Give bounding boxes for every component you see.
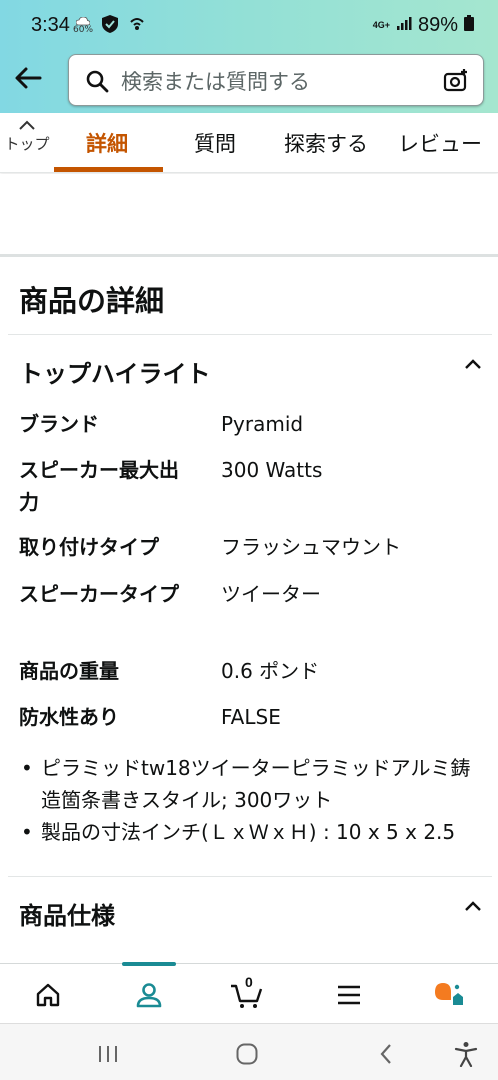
battery-icon [464,14,474,37]
spec-label: 取り付けタイプ [19,535,159,559]
nav-menu[interactable] [332,978,366,1012]
spec-value: 0.6 ポンド [221,659,320,683]
tab-bar: トップ 詳細 質問 探索する レビュー [0,113,498,173]
android-nav-bar [0,1023,498,1080]
home-circle-icon [236,1043,258,1065]
tab-explore[interactable]: 探索する [284,128,368,158]
divider [8,876,492,877]
status-bar: 3:34 60% 4G+ 89% [0,0,498,52]
specs-heading[interactable]: 商品仕様 [19,896,115,931]
page-title: 商品の詳細 [19,284,165,318]
signal-icon [396,14,412,37]
active-tab-indicator [54,167,163,172]
bottom-nav: 0 [0,962,498,1023]
list-item: ピラミッドtw18ツイーターピラミッドアルミ鋳造箇条書きスタイル; 300ワット [19,752,489,816]
tab-questions[interactable]: 質問 [194,128,236,158]
spec-label: ブランド [19,412,99,436]
arrow-left-icon [15,67,42,89]
recent-apps-button[interactable] [94,1040,122,1068]
nav-home[interactable] [31,978,65,1012]
wifi-calling-icon [127,14,147,38]
chevron-up-icon[interactable] [462,356,484,372]
weather-icon: 60% [73,17,93,35]
back-nav-button[interactable] [372,1040,400,1068]
accessibility-button[interactable] [452,1040,480,1068]
rufus-icon [435,983,463,1005]
list-item: 製品の寸法インチ(ＬｘＷｘＨ) : 10 x 5 x 2.5 [19,816,489,848]
home-icon [36,983,60,1007]
chevron-left-icon [380,1044,391,1064]
spec-label: スピーカー最大出力 [19,458,179,514]
section-divider [0,254,498,257]
spec-label: 防水性あり [19,705,119,729]
spec-label: スピーカータイプ [19,582,179,606]
tab-reviews[interactable]: レビュー [398,128,482,158]
spec-value: Pyramid [221,412,304,436]
recent-apps-icon [99,1046,117,1062]
status-icons-right: 4G+ 89% [373,14,474,37]
back-button[interactable] [10,60,46,96]
chevron-up-icon[interactable] [462,898,484,914]
search-placeholder: 検索または質問する [121,70,310,94]
spec-value: フラッシュマウント [221,535,401,559]
network-type: 4G+ [372,20,390,30]
shield-icon [101,14,119,38]
menu-icon [338,985,360,1005]
active-nav-indicator [122,962,176,966]
weather-percent: 60% [73,25,94,35]
status-icons-left: 60% [73,14,147,38]
tab-top-label: トップ [4,135,50,153]
chevron-up-icon [19,120,35,130]
account-icon [136,983,162,1008]
tab-details[interactable]: 詳細 [86,128,128,158]
spec-value: 300 Watts [221,458,323,482]
nav-cart[interactable]: 0 [230,974,264,1012]
search-input[interactable]: 検索または質問する [68,54,484,106]
tab-top[interactable]: トップ [0,119,54,169]
spec-label: 商品の重量 [19,659,119,683]
search-icon [86,70,109,93]
nav-rufus[interactable] [432,978,466,1012]
spec-value: FALSE [221,705,281,729]
divider [8,334,492,335]
battery-percent: 89% [417,14,458,36]
home-button[interactable] [233,1040,261,1068]
app-header: 3:34 60% 4G+ 89% 検索または質問する [0,0,498,113]
nav-account[interactable] [132,978,166,1012]
status-time: 3:34 [31,14,70,36]
cart-count: 0 [245,974,253,990]
highlights-heading[interactable]: トップハイライト [19,354,211,389]
feature-bullets: ピラミッドtw18ツイーターピラミッドアルミ鋳造箇条書きスタイル; 300ワット… [19,752,489,848]
camera-icon[interactable] [443,68,469,94]
spec-value: ツイーター [221,582,321,606]
accessibility-icon [454,1042,478,1067]
blank-area [0,174,498,256]
